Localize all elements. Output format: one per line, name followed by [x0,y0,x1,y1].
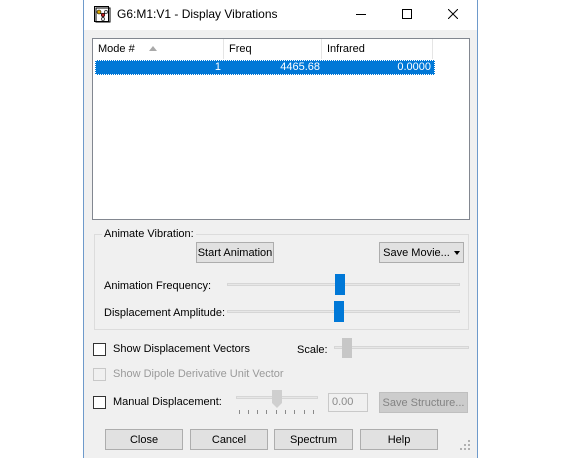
vibration-modes-list[interactable]: Mode # Freq Infrared 1 4465.68 0.0000 [92,38,470,220]
grip-dot [468,440,470,442]
displacement-amplitude-label: Displacement Amplitude: [104,307,226,319]
list-header: Mode # Freq Infrared [93,39,469,59]
show-dipole-derivative-checkbox[interactable] [93,368,106,381]
spectrum-button[interactable]: Spectrum [274,429,353,450]
show-displacement-vectors-label: Show Displacement Vectors [113,343,250,355]
column-header-infrared-label: Infrared [327,43,365,55]
displacement-amplitude-thumb[interactable] [334,301,344,322]
cell-freq: 4465.68 [280,61,320,73]
cancel-button[interactable]: Cancel [190,429,268,450]
slider-tick [276,410,277,414]
scale-thumb[interactable] [342,338,352,358]
column-header-freq[interactable]: Freq [224,39,322,59]
save-movie-label: Save Movie... [383,246,450,259]
manual-displacement-checkbox[interactable] [93,396,106,409]
column-header-mode-label: Mode # [98,43,135,55]
column-header-mode[interactable]: Mode # [93,39,224,59]
manual-displacement-label: Manual Displacement: [113,396,222,408]
slider-tick [266,410,267,414]
slider-tick [248,410,249,414]
grip-dot [460,448,462,450]
manual-displacement-thumb-point [272,403,282,408]
column-header-infrared[interactable]: Infrared [322,39,433,59]
manual-displacement-value-field[interactable]: 0.00 [328,393,368,412]
grip-dot [468,444,470,446]
show-dipole-derivative-label: Show Dipole Derivative Unit Vector [113,368,284,380]
sort-ascending-icon [149,46,157,51]
slider-tick [285,410,286,414]
dropdown-arrow-icon [453,251,460,255]
slider-tick [257,410,258,414]
title-bar[interactable]: G6:M1:V1 - Display Vibrations [84,0,477,30]
scale-label: Scale: [297,344,328,356]
grip-dot [468,448,470,450]
scale-slider[interactable] [334,346,469,349]
close-window-button[interactable] [430,0,476,30]
cell-infrared: 0.0000 [397,61,431,73]
start-animation-button[interactable]: Start Animation [196,242,274,263]
minimize-button[interactable] [338,0,384,30]
maximize-button[interactable] [384,0,430,30]
minimize-icon [356,9,366,22]
gaussview-molecule-icon [94,6,111,23]
slider-tick [313,410,314,414]
slider-tick [239,410,240,414]
show-displacement-vectors-checkbox[interactable] [93,343,106,356]
column-header-freq-label: Freq [229,43,252,55]
close-button[interactable]: Close [105,429,183,450]
manual-displacement-thumb[interactable] [272,390,282,403]
animation-frequency-label: Animation Frequency: [104,280,211,292]
animation-frequency-thumb[interactable] [335,274,345,295]
save-structure-button[interactable]: Save Structure... [379,392,468,413]
grip-dot [464,448,466,450]
window-title: G6:M1:V1 - Display Vibrations [117,7,278,21]
grip-dot [464,444,466,446]
close-icon [447,8,459,22]
help-button[interactable]: Help [360,429,438,450]
slider-tick [294,410,295,414]
cell-mode: 1 [214,61,221,73]
animate-vibration-label: Animate Vibration: [102,228,196,240]
maximize-icon [402,8,412,22]
table-row[interactable]: 1 4465.68 0.0000 [95,60,435,75]
save-movie-button[interactable]: Save Movie... [379,242,464,263]
display-vibrations-window: G6:M1:V1 - Display Vibrations Mode # Fre… [83,0,478,458]
slider-tick [304,410,305,414]
